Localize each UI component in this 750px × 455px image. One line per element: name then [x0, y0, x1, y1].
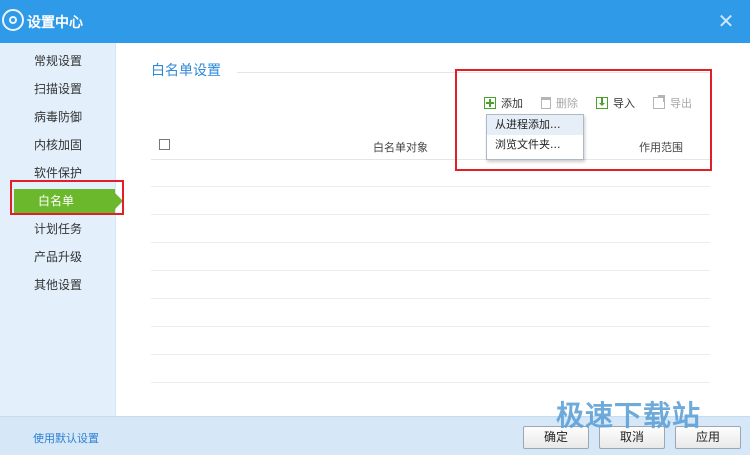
table-row-line: [151, 214, 710, 215]
close-icon[interactable]: ✕: [716, 11, 736, 31]
whitelist-highlight-frame: [10, 180, 124, 215]
sidebar-item-scheduled-tasks[interactable]: 计划任务: [0, 215, 115, 243]
table-row-line: [151, 298, 710, 299]
restore-defaults-link[interactable]: 使用默认设置: [33, 430, 99, 446]
settings-gear-icon: [2, 9, 24, 31]
cancel-button[interactable]: 取消: [599, 426, 665, 449]
table-row-line: [151, 242, 710, 243]
column-header-object: 白名单对象: [373, 141, 428, 154]
section-title: 白名单设置: [151, 63, 221, 79]
sidebar-item-other-settings[interactable]: 其他设置: [0, 271, 115, 299]
sidebar: 常规设置 扫描设置 病毒防御 内核加固 软件保护 白名单 计划任务 产品升级 其…: [0, 43, 123, 416]
table-row-line: [151, 186, 710, 187]
table-row-line: [151, 270, 710, 271]
table-row-line: [151, 326, 710, 327]
table-row-line: [151, 382, 710, 383]
select-all-checkbox[interactable]: [159, 139, 170, 150]
title-bar: 设置中心 ✕: [0, 0, 750, 43]
ok-button[interactable]: 确定: [523, 426, 589, 449]
sidebar-item-kernel-hardening[interactable]: 内核加固: [0, 131, 115, 159]
table-row-line: [151, 354, 710, 355]
sidebar-item-scan[interactable]: 扫描设置: [0, 75, 115, 103]
sidebar-item-general[interactable]: 常规设置: [0, 47, 115, 75]
sidebar-item-virus-defense[interactable]: 病毒防御: [0, 103, 115, 131]
sidebar-item-product-upgrade[interactable]: 产品升级: [0, 243, 115, 271]
toolbar-highlight-frame: [455, 69, 712, 171]
window-title: 设置中心: [27, 15, 83, 31]
apply-button[interactable]: 应用: [675, 426, 741, 449]
footer-bar: 使用默认设置 确定 取消 应用: [0, 416, 750, 455]
